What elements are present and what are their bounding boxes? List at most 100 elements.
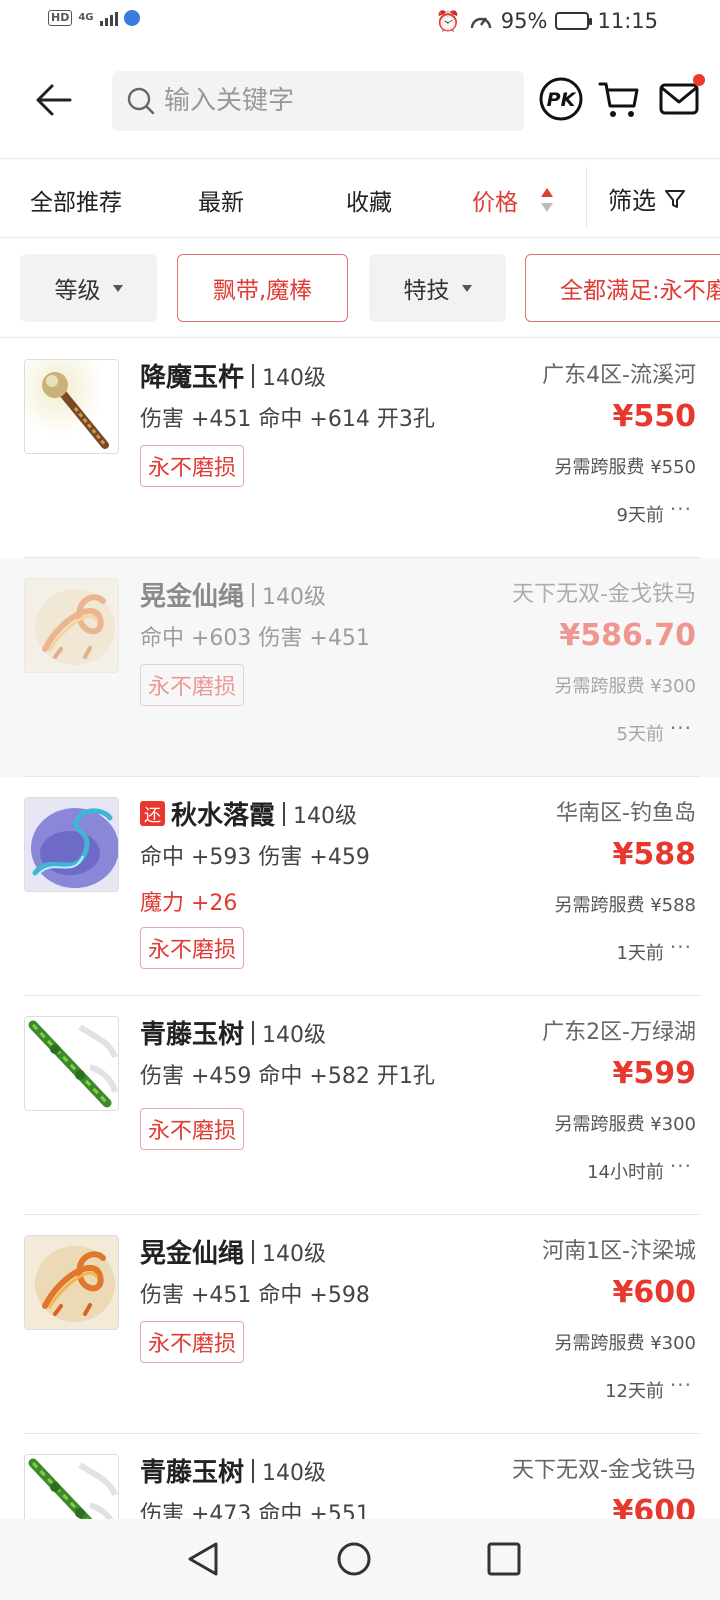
tab-newest[interactable]: 最新 xyxy=(198,183,244,217)
item-level: 140级 xyxy=(262,584,327,610)
item-listed-time: 14小时前 xyxy=(587,1162,664,1183)
item-price: ¥599 xyxy=(612,1056,697,1091)
listing-item[interactable]: 晃金仙绳 140级 伤害 +451 命中 +598 永不磨损 河南1区-汴梁城 … xyxy=(0,1215,720,1434)
nav-home-button[interactable] xyxy=(334,1539,374,1579)
circle-home-icon xyxy=(337,1542,371,1576)
message-button[interactable] xyxy=(656,74,705,122)
battery-icon xyxy=(555,12,593,30)
listing-item[interactable]: 降魔玉杵 140级 伤害 +451 命中 +614 开3孔 永不磨损 广东4区-… xyxy=(0,339,720,558)
listing-item[interactable]: 还 秋水落霞 140级 命中 +593 伤害 +459 魔力 +26 永不磨损 … xyxy=(0,777,720,996)
search-input[interactable] xyxy=(164,86,504,116)
alarm-icon: ⏰ xyxy=(435,9,461,33)
more-options-button[interactable]: ··· xyxy=(670,497,692,521)
item-cross-server-fee: 另需跨服费 ¥550 xyxy=(554,457,696,478)
search-box[interactable] xyxy=(112,71,524,131)
item-listed-time: 5天前 xyxy=(616,724,664,745)
item-tag: 永不磨损 xyxy=(140,1108,245,1150)
chip-level[interactable]: 等级 xyxy=(20,254,157,322)
item-cross-server-fee: 另需跨服费 ¥588 xyxy=(554,895,696,916)
pk-button[interactable]: PK xyxy=(538,76,584,122)
item-tag: 永不磨损 xyxy=(140,664,245,706)
more-options-button[interactable]: ··· xyxy=(670,935,692,959)
tab-price[interactable]: 价格 xyxy=(472,183,518,217)
nav-back-button[interactable] xyxy=(184,1539,224,1579)
tab-recommended[interactable]: 全部推荐 xyxy=(30,183,122,217)
item-name: 降魔玉杵 xyxy=(140,363,245,393)
clock: 11:15 xyxy=(597,9,658,33)
status-bar: HD 4G ⏰ 95% 11:15 xyxy=(0,0,720,46)
filter-button[interactable]: 筛选 xyxy=(608,181,686,216)
item-title-row: 晃金仙绳 140级 xyxy=(140,576,326,613)
item-level: 140级 xyxy=(262,1022,327,1048)
item-listed-time: 9天前 xyxy=(616,505,664,526)
cart-button[interactable] xyxy=(596,76,642,122)
chip-all-conditions-label: 全都满足:永不磨损 xyxy=(560,278,720,304)
item-name: 晃金仙绳 xyxy=(140,1239,245,1269)
filter-chips: 等级 飘带,魔棒 特技 全都满足:永不磨损 xyxy=(0,238,720,338)
item-level: 140级 xyxy=(262,1460,327,1486)
title-divider xyxy=(252,582,255,607)
hd-badge: HD xyxy=(48,10,73,26)
item-level: 140级 xyxy=(262,365,327,391)
item-tag: 永不磨损 xyxy=(140,1321,245,1363)
listing-item[interactable]: 晃金仙绳 140级 命中 +603 伤害 +451 永不磨损 天下无双-金戈铁马… xyxy=(0,558,720,777)
chip-special-skill[interactable]: 特技 xyxy=(369,254,506,322)
item-stats: 命中 +593 伤害 +459 xyxy=(140,845,370,870)
item-stats: 伤害 +459 命中 +582 开1孔 xyxy=(140,1064,435,1089)
chevron-down-icon xyxy=(112,284,123,292)
signal-icon xyxy=(99,10,118,26)
tab-favorites[interactable]: 收藏 xyxy=(346,183,392,217)
pk-label: PK xyxy=(547,89,577,111)
item-title-row: 青藤玉树 140级 xyxy=(140,1452,326,1489)
returned-badge: 还 xyxy=(140,801,165,826)
item-stats: 伤害 +451 命中 +598 xyxy=(140,1283,370,1308)
item-server: 广东2区-万绿湖 xyxy=(542,1020,696,1045)
sort-direction-icon xyxy=(541,188,553,212)
nav-recents-button[interactable] xyxy=(484,1539,524,1579)
item-title-row: 晃金仙绳 140级 xyxy=(140,1233,326,1270)
cart-icon xyxy=(598,82,639,117)
item-level: 140级 xyxy=(293,803,358,829)
speed-icon xyxy=(470,17,491,29)
item-title-row: 降魔玉杵 140级 xyxy=(140,357,326,394)
chevron-down-icon xyxy=(461,284,472,292)
more-options-button[interactable]: ··· xyxy=(670,1154,692,1178)
item-stats: 命中 +603 伤害 +451 xyxy=(140,626,370,651)
item-image-green-vine xyxy=(24,1016,119,1111)
search-icon xyxy=(127,87,155,115)
item-level: 140级 xyxy=(262,1241,327,1267)
item-name: 青藤玉树 xyxy=(140,1020,245,1050)
title-divider xyxy=(252,1239,255,1264)
status-right: ⏰ 95% 11:15 xyxy=(436,9,658,33)
item-cross-server-fee: 另需跨服费 ¥300 xyxy=(554,1333,696,1354)
item-name: 秋水落霞 xyxy=(171,801,276,831)
chip-level-label: 等级 xyxy=(54,278,101,304)
triangle-back-icon xyxy=(188,1542,218,1576)
item-server: 华南区-钓鱼岛 xyxy=(556,801,696,826)
listing-item[interactable]: 青藤玉树 140级 伤害 +459 命中 +582 开1孔 永不磨损 广东2区-… xyxy=(0,996,720,1215)
item-magic-stat: 魔力 +26 xyxy=(140,891,238,916)
item-price: ¥586.70 xyxy=(559,618,696,653)
item-image-gold-rope xyxy=(24,578,119,673)
square-recents-icon xyxy=(487,1542,521,1576)
item-price: ¥588 xyxy=(612,837,697,872)
item-server: 天下无双-金戈铁马 xyxy=(512,1458,696,1483)
item-image-gold-rope xyxy=(24,1235,119,1330)
chip-weapon-type[interactable]: 飘带,魔棒 xyxy=(177,254,348,322)
title-divider xyxy=(252,363,255,388)
back-button[interactable] xyxy=(34,80,74,120)
item-title-row: 青藤玉树 140级 xyxy=(140,1014,326,1051)
sort-divider xyxy=(586,167,587,227)
item-name: 晃金仙绳 xyxy=(140,582,245,612)
more-options-button[interactable]: ··· xyxy=(670,716,692,740)
item-name: 青藤玉树 xyxy=(140,1458,245,1488)
item-tag: 永不磨损 xyxy=(140,927,245,969)
more-options-button[interactable]: ··· xyxy=(670,1373,692,1397)
item-cross-server-fee: 另需跨服费 ¥300 xyxy=(554,1114,696,1135)
item-price: ¥600 xyxy=(612,1275,697,1310)
system-navigation-bar xyxy=(0,1519,720,1600)
header: PK xyxy=(0,54,720,146)
chip-all-conditions[interactable]: 全都满足:永不磨损 xyxy=(525,254,720,322)
title-divider xyxy=(252,1458,255,1483)
item-image-blue-ribbon xyxy=(24,797,119,892)
